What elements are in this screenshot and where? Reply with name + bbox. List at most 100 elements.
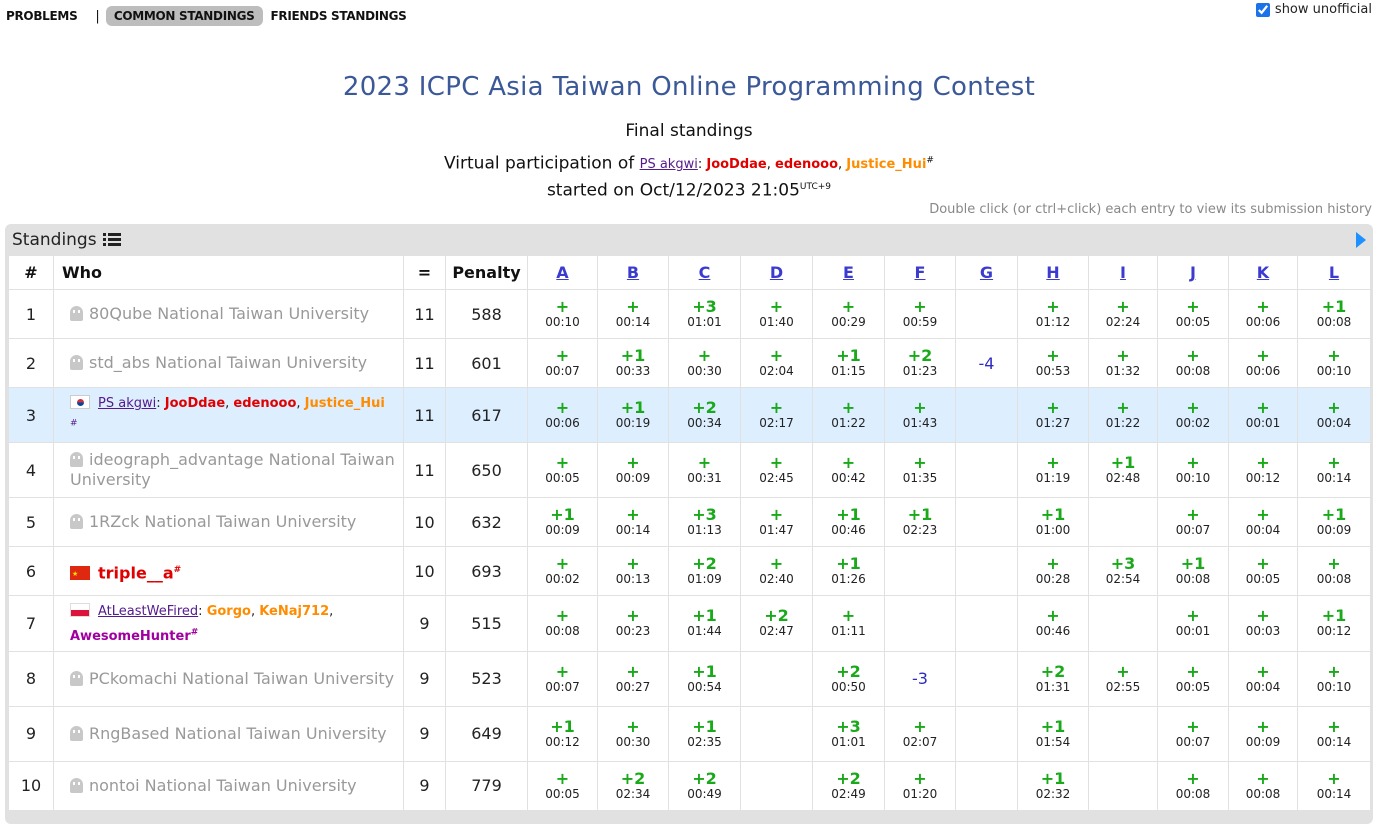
result-cell[interactable] [884, 546, 956, 597]
result-cell[interactable]: +2 00:49 [668, 760, 741, 811]
result-cell[interactable] [955, 289, 1018, 339]
table-row[interactable]: 6 triple__a# 10 693 +00:02 +00:13 +201:0… [8, 546, 1371, 597]
result-cell[interactable]: +01:12 [1017, 289, 1089, 339]
team-cell[interactable]: PS akgwi: JooDdae, edenooo, Justice_Hui # [53, 386, 404, 444]
result-cell[interactable]: +00:07 [527, 338, 598, 388]
result-cell[interactable]: +1 00:12 [1297, 595, 1371, 652]
result-cell[interactable]: +00:59 [884, 289, 956, 339]
result-cell[interactable] [955, 497, 1018, 548]
team-cell[interactable]: PCkomachi National Taiwan University [53, 650, 404, 707]
member-1[interactable]: JooDdae [706, 157, 766, 172]
hash-link[interactable]: # [174, 565, 182, 575]
result-cell[interactable] [955, 595, 1018, 652]
result-cell[interactable]: +1 00:46 [812, 497, 885, 548]
show-unofficial-checkbox[interactable] [1255, 2, 1270, 17]
result-cell[interactable]: +00:29 [812, 289, 885, 339]
result-cell[interactable]: +01:40 [740, 289, 813, 339]
result-cell[interactable]: +01:47 [740, 497, 813, 548]
member-3[interactable]: Justice_Hui [846, 157, 926, 172]
result-cell[interactable] [955, 546, 1018, 597]
team-link[interactable]: AtLeastWeFired [98, 604, 198, 619]
result-cell[interactable]: +01:27 [1017, 386, 1089, 444]
result-cell[interactable]: +00:07 [1157, 705, 1229, 762]
result-cell[interactable]: +00:09 [1228, 705, 1298, 762]
result-cell[interactable]: +00:09 [597, 442, 669, 499]
col-problem-i[interactable]: I [1088, 255, 1158, 290]
result-cell[interactable]: +00:02 [527, 546, 598, 597]
result-cell[interactable] [955, 442, 1018, 499]
team-cell[interactable]: std_abs National Taiwan University [53, 338, 404, 388]
col-problem-h[interactable]: H [1017, 255, 1089, 290]
result-cell[interactable]: +1 00:33 [597, 338, 669, 388]
member-3[interactable]: Justice_Hui [305, 396, 385, 411]
result-cell[interactable]: +1 00:09 [527, 497, 598, 548]
table-row[interactable]: 4 ideograph_advantage National Taiwan Un… [8, 442, 1371, 499]
result-cell[interactable]: +2 00:34 [668, 386, 741, 444]
result-cell[interactable]: -3 [884, 650, 956, 707]
result-cell[interactable]: +00:05 [1157, 650, 1229, 707]
result-cell[interactable]: +1 01:44 [668, 595, 741, 652]
result-cell[interactable]: +00:02 [1157, 386, 1229, 444]
team-cell[interactable]: RngBased National Taiwan University [53, 705, 404, 762]
result-cell[interactable]: +00:31 [668, 442, 741, 499]
col-problem-e[interactable]: E [812, 255, 885, 290]
table-row-highlighted[interactable]: 3 PS akgwi: JooDdae, edenooo, Justice_Hu… [8, 386, 1371, 444]
member-3[interactable]: AwesomeHunter [70, 629, 191, 644]
result-cell[interactable]: +1 00:08 [1157, 546, 1229, 597]
col-problem-a[interactable]: A [527, 255, 598, 290]
result-cell[interactable]: +00:10 [527, 289, 598, 339]
result-cell[interactable]: +00:30 [597, 705, 669, 762]
col-problem-f[interactable]: F [884, 255, 956, 290]
result-cell[interactable]: +00:04 [1297, 386, 1371, 444]
result-cell[interactable]: +00:07 [1157, 497, 1229, 548]
result-cell[interactable]: +1 01:54 [1017, 705, 1089, 762]
nav-friends-standings[interactable]: FRIENDS STANDINGS [263, 6, 415, 26]
result-cell[interactable]: +01:20 [884, 760, 956, 811]
result-cell[interactable]: +1 02:35 [668, 705, 741, 762]
result-cell[interactable]: +00:05 [527, 442, 598, 499]
result-cell[interactable]: +02:40 [740, 546, 813, 597]
result-cell[interactable]: +01:22 [1088, 386, 1158, 444]
member-2[interactable]: edenooo [775, 157, 838, 172]
result-cell[interactable]: +00:07 [527, 650, 598, 707]
result-cell[interactable]: +00:08 [1157, 338, 1229, 388]
team-cell[interactable]: 1RZck National Taiwan University [53, 497, 404, 548]
member-1[interactable]: JooDdae [165, 396, 225, 411]
hash-link[interactable]: # [191, 627, 199, 637]
team-link[interactable]: PS akgwi [640, 157, 698, 172]
result-cell[interactable]: +00:14 [597, 289, 669, 339]
result-cell[interactable]: +1 02:23 [884, 497, 956, 548]
show-unofficial-toggle[interactable]: show unofficial [1255, 2, 1372, 17]
result-cell[interactable]: +1 01:00 [1017, 497, 1089, 548]
table-row[interactable]: 1 80Qube National Taiwan University 11 5… [8, 289, 1371, 339]
result-cell[interactable]: +00:10 [1157, 442, 1229, 499]
result-cell[interactable]: +00:10 [1297, 650, 1371, 707]
result-cell[interactable]: +1 01:26 [812, 546, 885, 597]
result-cell[interactable]: +2 02:49 [812, 760, 885, 811]
result-cell[interactable]: +00:01 [1157, 595, 1229, 652]
result-cell[interactable] [740, 760, 813, 811]
team-link[interactable]: PS akgwi [98, 396, 156, 411]
result-cell[interactable] [740, 650, 813, 707]
result-cell[interactable]: +00:06 [527, 386, 598, 444]
table-row[interactable]: 7 AtLeastWeFired: Gorgo, KeNaj712, Awesom… [8, 595, 1371, 652]
result-cell[interactable]: +00:01 [1228, 386, 1298, 444]
team-cell[interactable]: nontoi National Taiwan University [53, 760, 404, 811]
result-cell[interactable]: +02:17 [740, 386, 813, 444]
result-cell[interactable]: +00:08 [527, 595, 598, 652]
team-cell[interactable]: ideograph_advantage National Taiwan Univ… [53, 442, 404, 499]
result-cell[interactable] [955, 386, 1018, 444]
result-cell[interactable]: +00:12 [1228, 442, 1298, 499]
result-cell[interactable]: +3 01:13 [668, 497, 741, 548]
result-cell[interactable]: +02:04 [740, 338, 813, 388]
result-cell[interactable] [1088, 497, 1158, 548]
table-row[interactable]: 9 RngBased National Taiwan University 9 … [8, 705, 1371, 762]
result-cell[interactable]: +02:07 [884, 705, 956, 762]
table-row[interactable]: 10 nontoi National Taiwan University 9 7… [8, 760, 1371, 811]
result-cell[interactable]: +2 00:50 [812, 650, 885, 707]
result-cell[interactable]: +00:53 [1017, 338, 1089, 388]
result-cell[interactable]: +1 00:54 [668, 650, 741, 707]
result-cell[interactable]: +1 00:08 [1297, 289, 1371, 339]
result-cell[interactable]: +00:14 [1297, 705, 1371, 762]
result-cell[interactable] [1088, 760, 1158, 811]
